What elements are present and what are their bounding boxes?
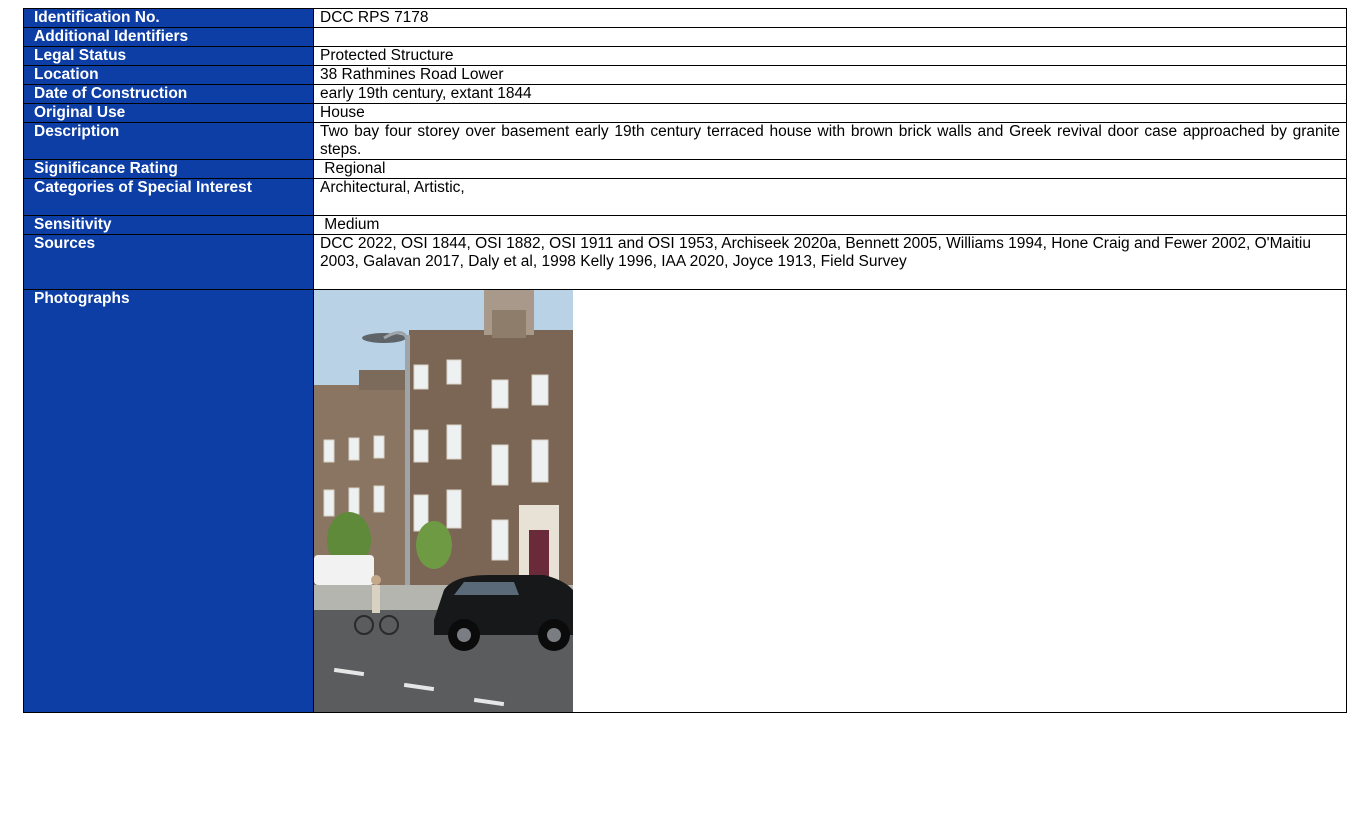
value-identification-no: DCC RPS 7178 [313,8,1347,28]
row-sensitivity: Sensitivity Medium [23,215,1347,235]
row-additional-identifiers: Additional Identifiers [23,27,1347,47]
row-photographs: Photographs [23,289,1347,713]
label-categories-of-special-interest: Categories of Special Interest [23,178,314,216]
row-date-of-construction: Date of Construction early 19th century,… [23,84,1347,104]
value-original-use: House [313,103,1347,123]
row-identification-no: Identification No. DCC RPS 7178 [23,8,1347,28]
label-additional-identifiers: Additional Identifiers [23,27,314,47]
row-categories-of-special-interest: Categories of Special Interest Architect… [23,178,1347,216]
label-date-of-construction: Date of Construction [23,84,314,104]
label-location: Location [23,65,314,85]
row-location: Location 38 Rathmines Road Lower [23,65,1347,85]
row-significance-rating: Significance Rating Regional [23,159,1347,179]
label-original-use: Original Use [23,103,314,123]
label-sources: Sources [23,234,314,290]
label-photographs: Photographs [23,289,314,713]
value-categories-of-special-interest: Architectural, Artistic, [313,178,1347,216]
label-sensitivity: Sensitivity [23,215,314,235]
value-date-of-construction: early 19th century, extant 1844 [313,84,1347,104]
label-description: Description [23,122,314,160]
label-significance-rating: Significance Rating [23,159,314,179]
value-photographs [313,289,1347,713]
terraced-house-photo [314,290,573,712]
value-sensitivity: Medium [313,215,1347,235]
label-legal-status: Legal Status [23,46,314,66]
value-significance-rating: Regional [313,159,1347,179]
row-sources: Sources DCC 2022, OSI 1844, OSI 1882, OS… [23,234,1347,290]
row-description: Description Two bay four storey over bas… [23,122,1347,160]
row-original-use: Original Use House [23,103,1347,123]
value-location: 38 Rathmines Road Lower [313,65,1347,85]
value-description: Two bay four storey over basement early … [313,122,1347,160]
row-legal-status: Legal Status Protected Structure [23,46,1347,66]
value-additional-identifiers [313,27,1347,47]
value-sources: DCC 2022, OSI 1844, OSI 1882, OSI 1911 a… [313,234,1347,290]
label-identification-no: Identification No. [23,8,314,28]
record-table: Identification No. DCC RPS 7178 Addition… [23,8,1347,713]
value-legal-status: Protected Structure [313,46,1347,66]
